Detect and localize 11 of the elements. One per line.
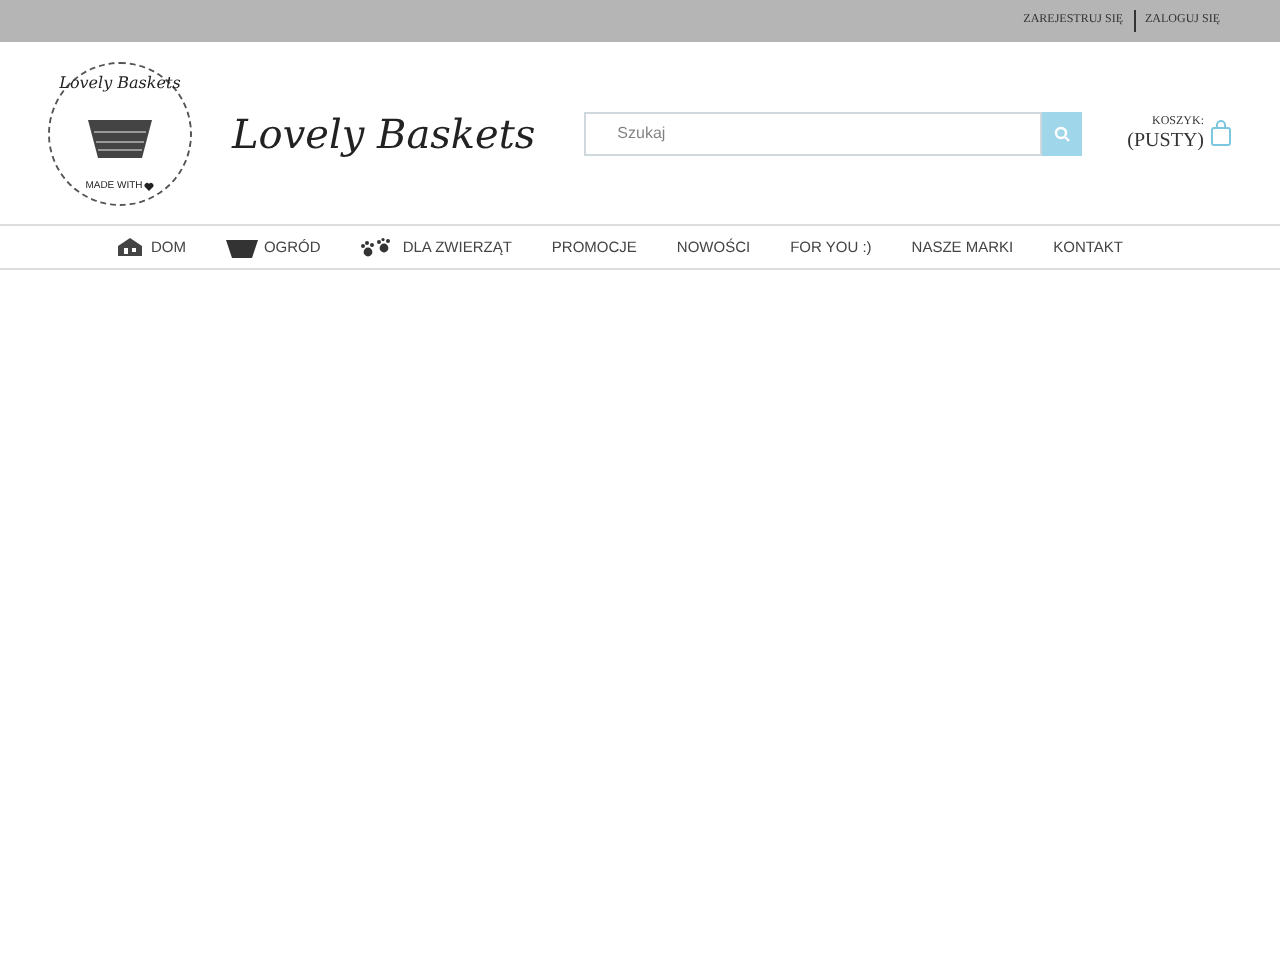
- search-button[interactable]: [1041, 111, 1082, 155]
- shopping-bag-icon: [1210, 120, 1232, 146]
- search-icon: [1053, 125, 1070, 141]
- house-icon: [116, 236, 145, 258]
- basket-icon: [86, 115, 154, 160]
- search-field[interactable]: Szukaj: [583, 111, 1042, 155]
- cart-status: (PUSTY): [1127, 132, 1204, 152]
- logo-text: Lovely Baskets: [59, 71, 181, 95]
- basket-icon: [225, 237, 258, 257]
- heart-icon: [144, 182, 155, 193]
- brand-name: Lovely Baskets: [232, 107, 536, 161]
